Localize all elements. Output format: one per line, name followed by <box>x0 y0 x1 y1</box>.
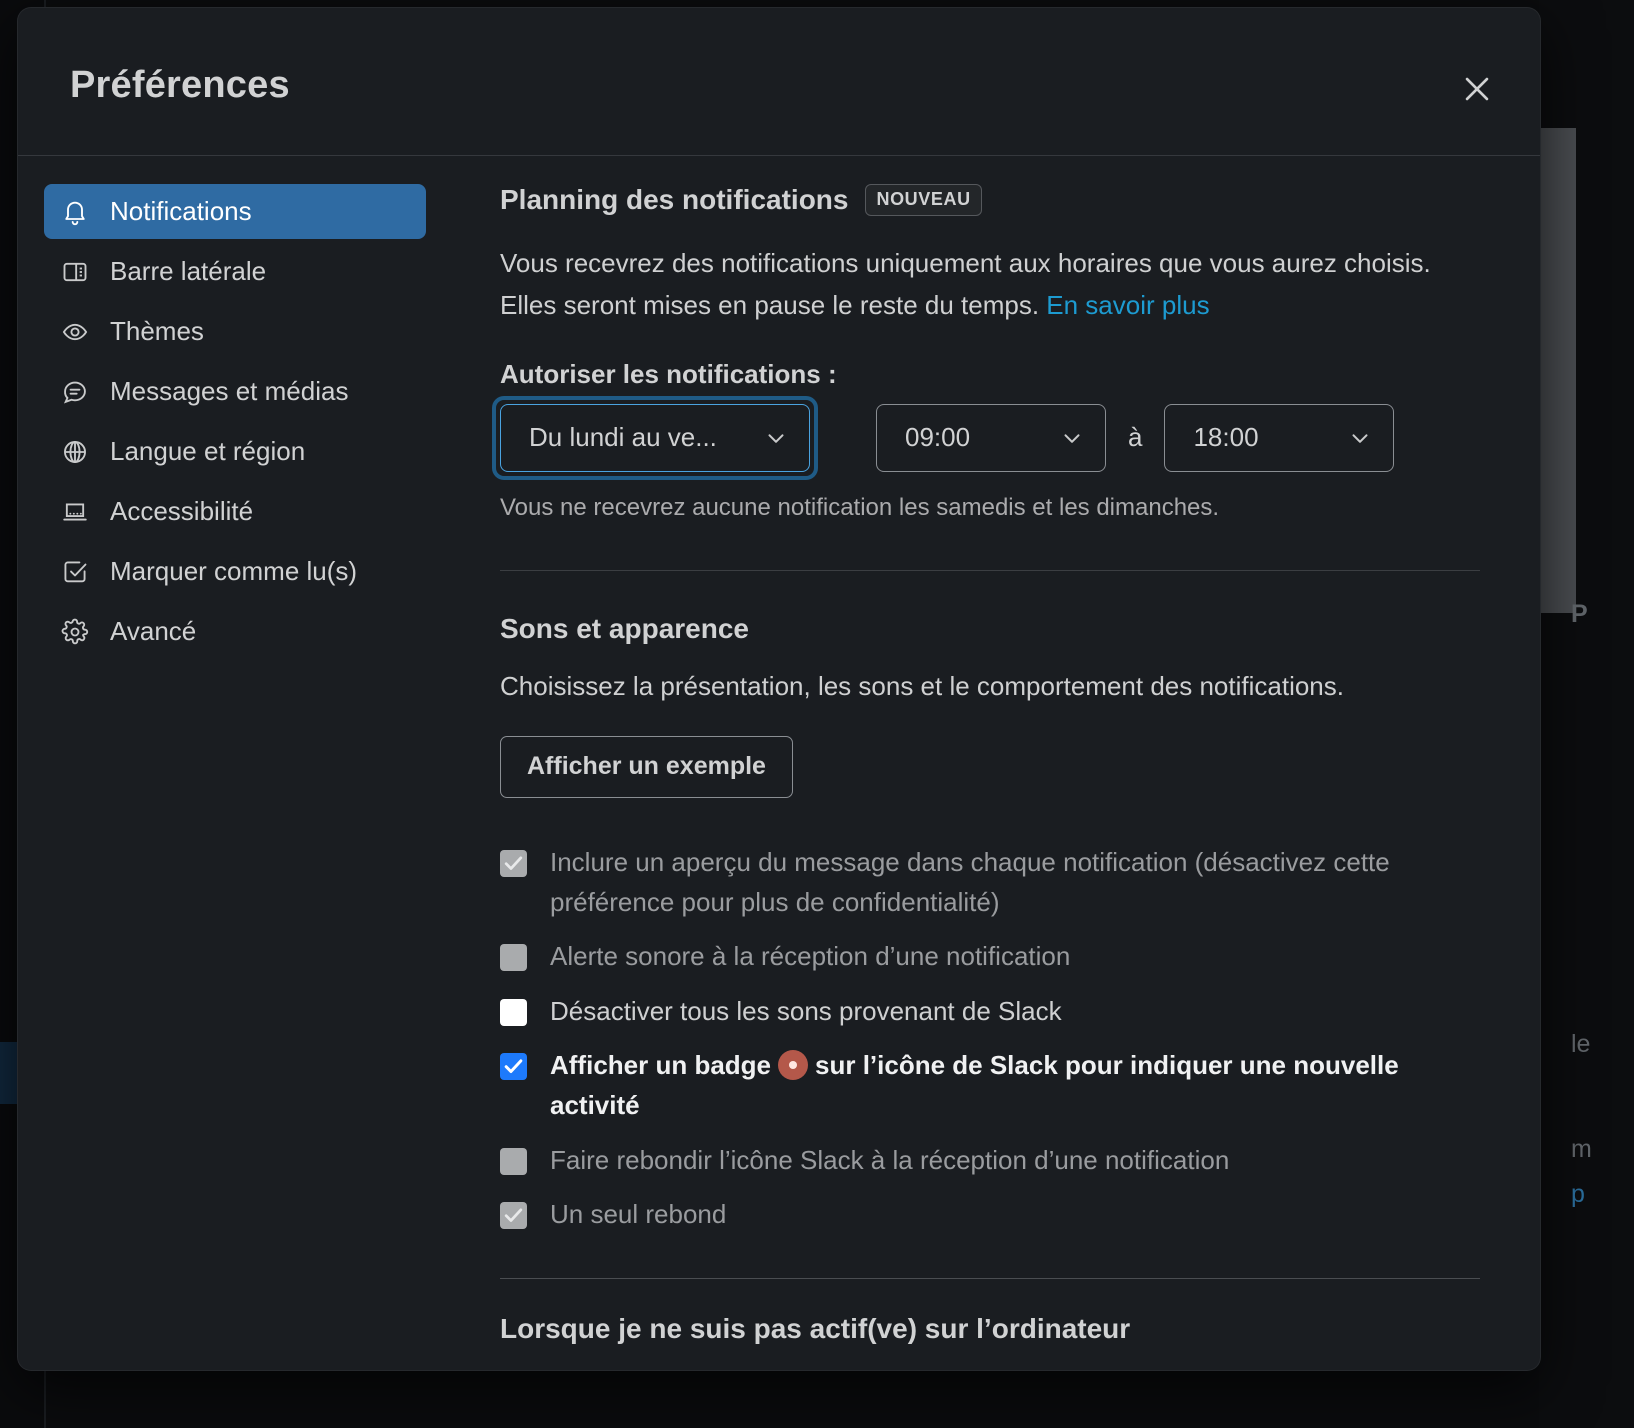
schedule-heading-row: Planning des notifications NOUVEAU <box>500 184 1480 216</box>
preferences-dialog: Préférences Notifications <box>18 8 1540 1370</box>
sidebar-item-notifications[interactable]: Notifications <box>44 184 426 239</box>
preferences-content: Planning des notifications NOUVEAU Vous … <box>448 156 1540 1370</box>
end-time-select[interactable]: 18:00 <box>1164 404 1394 472</box>
schedule-description: Vous recevrez des notifications uniqueme… <box>500 242 1480 327</box>
chevron-down-icon <box>1059 425 1085 451</box>
option-bounce-once[interactable]: Un seul rebond <box>500 1194 1480 1234</box>
globe-icon <box>60 437 90 467</box>
preferences-sidebar: Notifications Barre latérale <box>18 156 448 1370</box>
slack-badge-dot-icon <box>778 1050 808 1080</box>
days-select[interactable]: Du lundi au ve... <box>500 404 810 472</box>
start-time-value: 09:00 <box>905 422 970 453</box>
learn-more-link[interactable]: En savoir plus <box>1046 290 1209 320</box>
sidebar-icon <box>60 257 90 287</box>
option-label: Désactiver tous les sons provenant de Sl… <box>550 991 1062 1031</box>
eye-icon <box>60 317 90 347</box>
sidebar-item-label: Accessibilité <box>110 496 253 527</box>
section-divider <box>500 570 1480 571</box>
sidebar-item-mark-as-read[interactable]: Marquer comme lu(s) <box>44 544 426 599</box>
sidebar-item-messages[interactable]: Messages et médias <box>44 364 426 419</box>
sidebar-item-language[interactable]: Langue et région <box>44 424 426 479</box>
sidebar-item-accessibility[interactable]: Accessibilité <box>44 484 426 539</box>
background-scrollbar[interactable] <box>1539 128 1576 613</box>
checkbox-bounce-once[interactable] <box>500 1202 527 1229</box>
check-square-icon <box>60 557 90 587</box>
sounds-title: Sons et apparence <box>500 613 1480 645</box>
dialog-header: Préférences <box>18 8 1540 156</box>
bell-icon <box>60 197 90 227</box>
checkbox-show-badge[interactable] <box>500 1053 527 1080</box>
checkbox-mute-all-sounds[interactable] <box>500 999 527 1026</box>
option-label: Un seul rebond <box>550 1194 726 1234</box>
sounds-options-list: Inclure un aperçu du message dans chaque… <box>500 842 1480 1234</box>
schedule-description-text: Vous recevrez des notifications uniqueme… <box>500 248 1431 320</box>
dialog-body: Notifications Barre latérale <box>18 156 1540 1370</box>
days-select-value: Du lundi au ve... <box>529 422 717 453</box>
sounds-description: Choisissez la présentation, les sons et … <box>500 671 1480 702</box>
background-text-fragment: le <box>1571 1030 1590 1059</box>
checkbox-include-preview[interactable] <box>500 850 527 877</box>
option-sound-alert[interactable]: Alerte sonore à la réception d’une notif… <box>500 936 1480 976</box>
option-mute-all-sounds[interactable]: Désactiver tous les sons provenant de Sl… <box>500 991 1480 1031</box>
sidebar-item-themes[interactable]: Thèmes <box>44 304 426 359</box>
close-icon[interactable] <box>1452 64 1502 114</box>
allow-notifications-label: Autoriser les notifications : <box>500 359 1480 390</box>
sidebar-item-label: Avancé <box>110 616 196 647</box>
sidebar-item-label: Messages et médias <box>110 376 348 407</box>
chevron-down-icon <box>1347 425 1373 451</box>
option-include-preview[interactable]: Inclure un aperçu du message dans chaque… <box>500 842 1480 923</box>
sidebar-item-label: Thèmes <box>110 316 204 347</box>
status-badge: NOUVEAU <box>865 184 981 216</box>
keyboard-icon <box>60 497 90 527</box>
schedule-controls-row: Du lundi au ve... 09:00 <box>500 404 1480 472</box>
schedule-heading: Planning des notifications <box>500 184 848 216</box>
checkbox-bounce-icon[interactable] <box>500 1148 527 1175</box>
days-select-wrapper: Du lundi au ve... <box>492 396 818 480</box>
background-text-fragment: p <box>1571 1180 1585 1209</box>
background-right-pane: P le m p <box>1539 0 1634 1428</box>
sidebar-item-advanced[interactable]: Avancé <box>44 604 426 659</box>
checkbox-sound-alert[interactable] <box>500 944 527 971</box>
away-section-heading: Lorsque je ne suis pas actif(ve) sur l’o… <box>500 1313 1480 1345</box>
message-icon <box>60 377 90 407</box>
background-text-fragment: P <box>1571 600 1588 629</box>
time-range-separator: à <box>1128 422 1142 453</box>
option-bounce-icon[interactable]: Faire rebondir l’icône Slack à la récept… <box>500 1140 1480 1180</box>
bottom-divider <box>500 1278 1480 1279</box>
schedule-helper-text: Vous ne recevrez aucune notification les… <box>500 494 1480 522</box>
sidebar-item-label: Langue et région <box>110 436 305 467</box>
preview-notification-button[interactable]: Afficher un exemple <box>500 736 793 798</box>
end-time-value: 18:00 <box>1193 422 1258 453</box>
start-time-select[interactable]: 09:00 <box>876 404 1106 472</box>
option-show-badge[interactable]: Afficher un badgesur l’icône de Slack po… <box>500 1045 1480 1126</box>
page-title: Préférences <box>70 64 290 107</box>
option-label: Inclure un aperçu du message dans chaque… <box>550 842 1480 923</box>
chevron-down-icon <box>763 425 789 451</box>
sidebar-item-label: Notifications <box>110 196 252 227</box>
option-label: Faire rebondir l’icône Slack à la récept… <box>550 1140 1229 1180</box>
sidebar-item-sidebar[interactable]: Barre latérale <box>44 244 426 299</box>
sidebar-item-label: Marquer comme lu(s) <box>110 556 357 587</box>
background-text-fragment: m <box>1571 1135 1592 1164</box>
gear-icon <box>60 617 90 647</box>
option-label: Alerte sonore à la réception d’une notif… <box>550 936 1070 976</box>
option-label-before: Afficher un badge <box>550 1050 771 1080</box>
option-label: Afficher un badgesur l’icône de Slack po… <box>550 1045 1480 1126</box>
sidebar-item-label: Barre latérale <box>110 256 266 287</box>
